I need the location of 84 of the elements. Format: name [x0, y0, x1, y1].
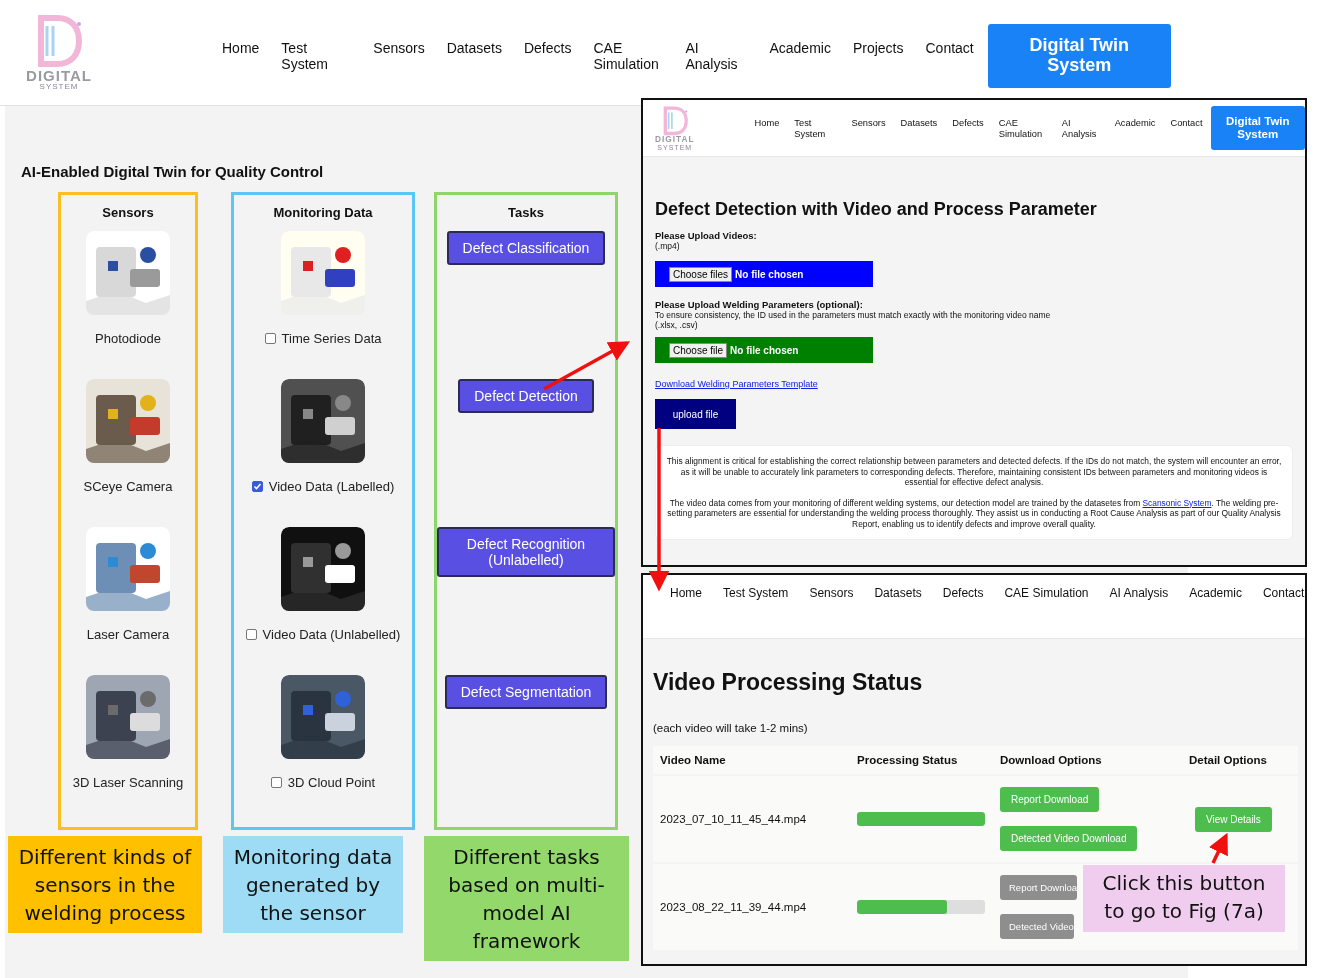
caption: Monitoring data generated by the sensor [223, 836, 403, 933]
sensor-label: Laser Camera [86, 627, 170, 642]
nav-link[interactable]: Contact [1170, 118, 1203, 140]
arrow [1208, 832, 1228, 864]
parameter-file-input[interactable]: Choose file No file chosen [655, 337, 873, 363]
nav-link[interactable]: Defects [952, 118, 984, 140]
nav-link[interactable]: Home [754, 118, 780, 140]
nav-link[interactable]: Defects [523, 40, 572, 73]
processing-note: (each video will take 1-2 mins) [653, 722, 809, 734]
field-hint: (.mp4) [655, 241, 681, 251]
page-title: Defect Detection with Video and Process Parameter [655, 199, 1098, 220]
nav-link[interactable]: CAE Simulation [1004, 587, 1089, 601]
task-button[interactable]: Defect Segmentation [444, 675, 608, 710]
checkbox-label: Time Series Data [281, 331, 382, 346]
caption: Different kinds of sensors in the welding process [8, 836, 202, 933]
choose-file-button[interactable]: Choose file [669, 342, 728, 358]
nav-link[interactable]: Home [222, 40, 260, 73]
nav-link[interactable]: Datasets [900, 118, 938, 140]
nav-link[interactable]: AI Analysis [1061, 118, 1100, 140]
table-cell-text: 2023_08_22_11_39_44.mp4 [660, 901, 808, 913]
digital-twin-button[interactable]: Digital Twin System [1210, 106, 1305, 150]
upload-button[interactable]: upload file [655, 399, 736, 429]
nav-link[interactable]: CAE Simulation [998, 118, 1047, 140]
template-link[interactable]: Download Welding Parameters Template [655, 379, 818, 389]
checkbox[interactable] [251, 481, 263, 492]
caption: Different tasks based on multi-model AI framework [424, 836, 629, 961]
nav-link[interactable]: Datasets [446, 40, 502, 73]
logo-text: DIGITAL [655, 135, 695, 144]
nav-link[interactable]: Home [670, 587, 702, 601]
file-status: No file chosen [735, 268, 804, 280]
column-title: Tasks [508, 205, 544, 222]
video-file-input[interactable]: Choose files No file chosen [655, 261, 873, 287]
nav-link[interactable]: Test System [794, 118, 837, 140]
column-header: Video Name [660, 754, 727, 766]
logo-text: DIGITAL [26, 68, 92, 83]
nav-link[interactable]: Sensors [809, 587, 854, 601]
column-header: Detail Options [1189, 754, 1268, 766]
nav-link[interactable]: Sensors [373, 40, 425, 73]
field-label: Please Upload Welding Parameters (optional): [655, 299, 864, 310]
nav-link[interactable]: Contact [925, 40, 974, 73]
nav-link[interactable]: Projects [852, 40, 904, 73]
d-logo-icon [35, 14, 83, 68]
logo-subtitle: SYSTEM [39, 83, 79, 92]
checkbox[interactable] [264, 333, 276, 344]
column-title: Sensors [102, 205, 154, 222]
nav-link[interactable]: Datasets [874, 587, 922, 601]
nav-link[interactable]: Academic [769, 40, 831, 73]
nav-link[interactable]: Academic [1114, 118, 1156, 140]
page-title: Video Processing Status [653, 669, 924, 696]
sensor-label: 3D Laser Scanning [72, 775, 184, 790]
column-header: Download Options [1000, 754, 1103, 766]
nav-link[interactable]: Sensors [851, 118, 886, 140]
digital-twin-button[interactable]: Digital Twin System [987, 24, 1171, 88]
choose-files-button[interactable]: Choose files [669, 266, 733, 282]
nav-link[interactable]: Contact [1262, 587, 1305, 601]
page-heading: AI-Enabled Digital Twin for Quality Control [21, 163, 325, 180]
nav-link[interactable]: AI Analysis [1109, 587, 1169, 601]
d-logo-icon [661, 106, 688, 136]
callout-note: Click this button to go to Fig (7a) [1083, 865, 1285, 932]
nav-link[interactable]: Test System [281, 40, 352, 73]
task-button[interactable]: Defect Recognition (Unlabelled) [437, 527, 615, 578]
checkbox-label: Video Data (Labelled) [268, 479, 395, 494]
checkbox[interactable] [245, 629, 257, 640]
column-header: Processing Status [857, 754, 959, 766]
sensor-label: Photodiode [95, 331, 161, 346]
nav-link[interactable]: Test System [723, 587, 789, 601]
sensor-label: SCeye Camera [83, 479, 173, 494]
checkbox[interactable] [270, 777, 282, 788]
nav-link[interactable]: Academic [1189, 587, 1242, 601]
info-paragraph: The video data comes from your monitoring of different welding systems, our detection model are trained by the datasetes from Scansonic System. The welding pre-setting parameters are essential for understanding the welding process thoroughly. They assist us in conducting a Root Cause Analysis as part of our Quality Analysis Report, enabling us to identify defects and improve overall quality. [666, 497, 1282, 529]
field-hint: (.xlsx, .csv) [655, 320, 699, 330]
info-paragraph: This alignment is critical for establishing the correct relationship between parameters and detected defects. If the IDs do not match, the system will encounter an error, as it will be unable to accurately link parameters to corresponding defects. Therefore, maintaining consistent IDs between parameters and monitoring videos is essential for effective defect analysis. [665, 456, 1283, 488]
nav-link[interactable]: CAE Simulation [593, 40, 664, 73]
nav-link[interactable]: AI Analysis [685, 40, 748, 73]
checkbox-label: 3D Cloud Point [287, 775, 376, 790]
field-label: Please Upload Videos: [655, 230, 758, 241]
column-title: Monitoring Data [273, 205, 373, 222]
task-button[interactable]: Defect Detection [458, 379, 594, 414]
nav-link[interactable]: Defects [942, 587, 984, 601]
field-note: To ensure consistency, the ID used in the parameters must match exactly with the monitoring video name [655, 310, 1052, 320]
table-cell-text: 2023_07_10_11_45_44.mp4 [660, 813, 808, 825]
file-status: No file chosen [730, 344, 799, 356]
task-button[interactable]: Defect Classification [446, 231, 606, 266]
checkbox-label: Video Data (Unlabelled) [262, 627, 401, 642]
